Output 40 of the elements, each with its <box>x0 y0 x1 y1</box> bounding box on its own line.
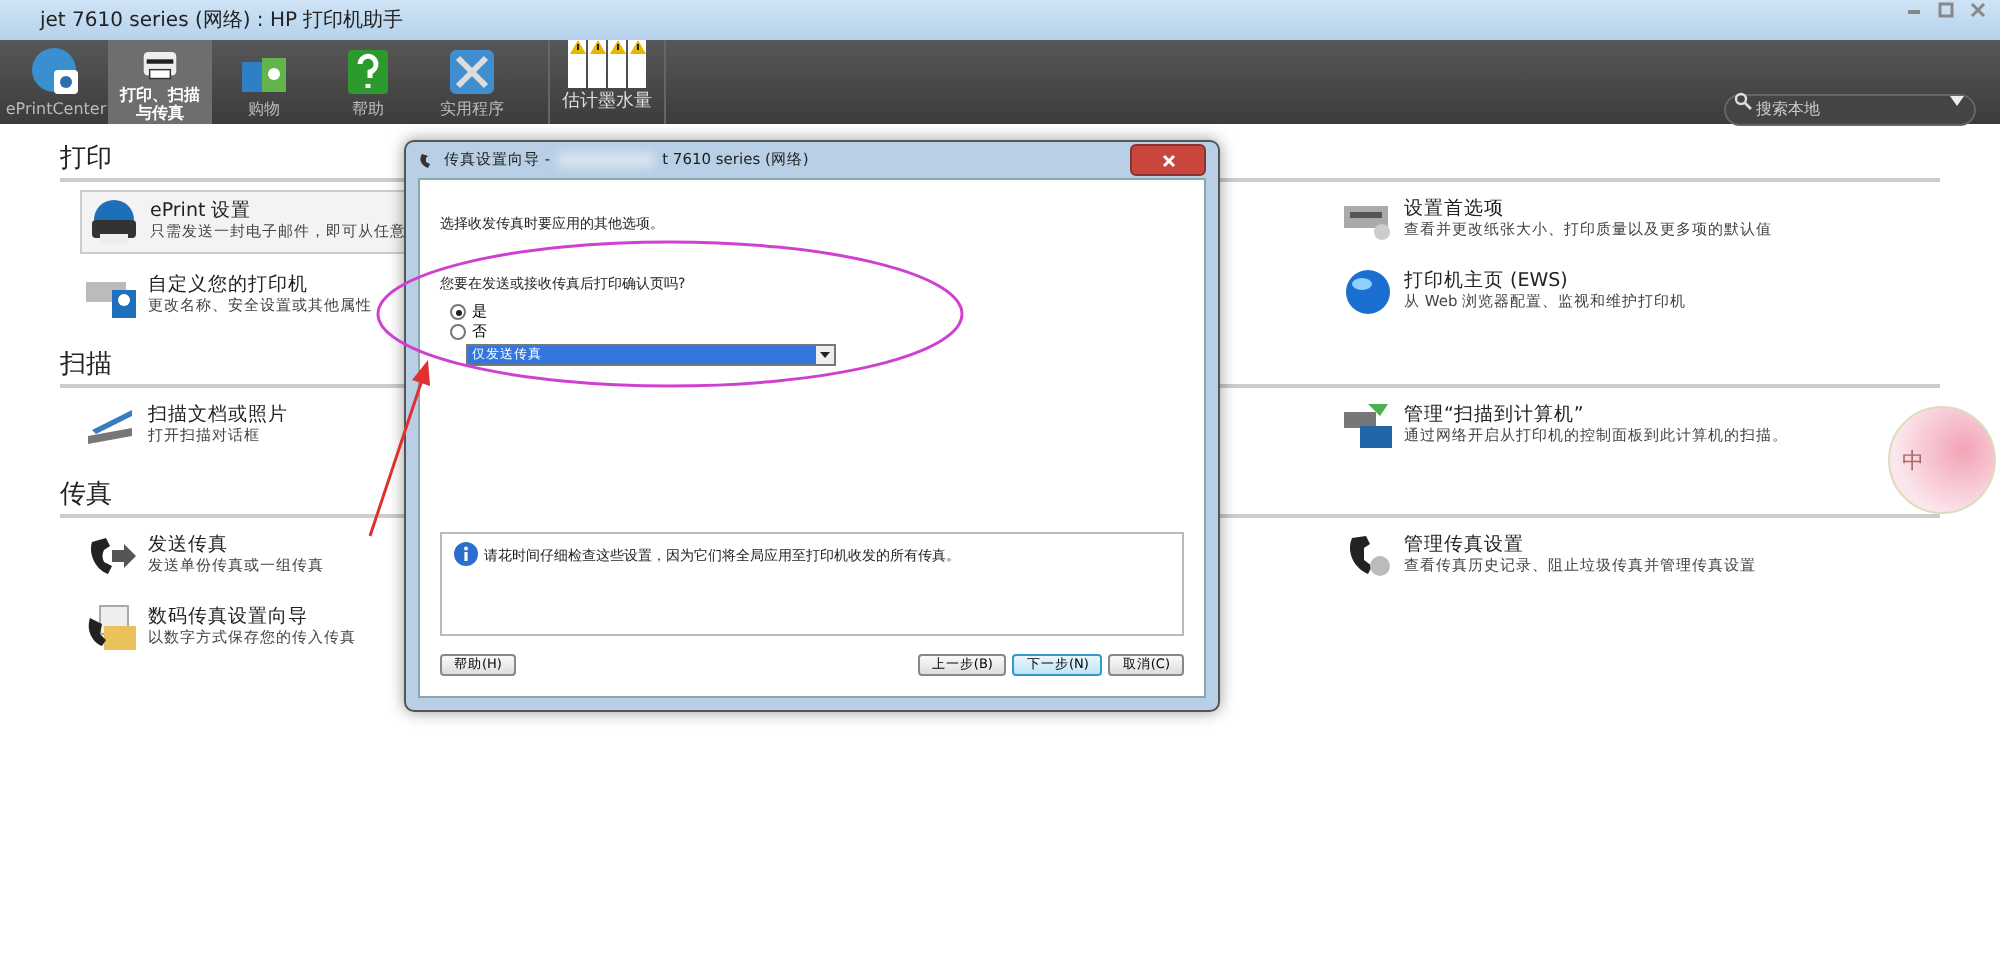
tools-icon <box>446 46 498 98</box>
restore-icon[interactable] <box>1936 0 1956 20</box>
toolbar-tab[interactable]: 打印、扫描与传真 <box>108 40 212 124</box>
window-title: jet 7610 series (网络) : HP 打印机助手 <box>40 7 404 34</box>
ink-level-panel[interactable]: 估计墨水量 <box>548 40 666 124</box>
toolbar-tab[interactable]: 实用程序 <box>420 40 524 124</box>
task-title: 数码传真设置向导 <box>148 607 310 629</box>
globe-icon <box>1340 266 1396 318</box>
search-icon <box>1734 91 1752 109</box>
task-title: 设置首选项 <box>1404 199 1506 221</box>
warning-icon <box>589 40 605 54</box>
task-title: 打印机主页 (EWS) <box>1404 271 1570 293</box>
info-icon <box>454 542 478 566</box>
task-title: 管理“扫描到计算机” <box>1404 405 1586 427</box>
task-title: ePrint 设置 <box>150 201 254 223</box>
task-title: 管理传真设置 <box>1404 535 1526 557</box>
warning-icon <box>569 40 585 54</box>
redacted-area <box>558 152 655 168</box>
task-title: 发送传真 <box>148 535 228 557</box>
toolbar-tab[interactable]: 帮助 <box>316 40 420 124</box>
task-title: 自定义您的打印机 <box>148 275 310 297</box>
task-title: 扫描文档或照片 <box>148 405 288 427</box>
toolbar-tab[interactable]: 购物 <box>212 40 316 124</box>
close-icon <box>1161 153 1175 167</box>
radio-button[interactable] <box>450 324 466 340</box>
close-icon[interactable] <box>1968 0 1988 20</box>
fax-folder-icon <box>84 602 140 654</box>
help-icon <box>342 46 394 98</box>
dropdown-arrow-icon[interactable] <box>1950 95 1964 105</box>
globe-icon <box>30 46 82 98</box>
warning-icon <box>629 40 645 54</box>
dropdown-arrow-icon <box>816 346 834 364</box>
warning-icon <box>609 40 625 54</box>
search-field[interactable]: 搜索本地 <box>1724 93 1976 125</box>
radio-button[interactable] <box>450 304 466 320</box>
computer-icon <box>1340 400 1396 452</box>
ink-level-label: 估计墨水量 <box>562 89 652 114</box>
toolbar-tab[interactable]: ePrintCenter <box>4 40 108 124</box>
fax-icon <box>418 151 436 169</box>
close-button[interactable] <box>1130 144 1206 176</box>
